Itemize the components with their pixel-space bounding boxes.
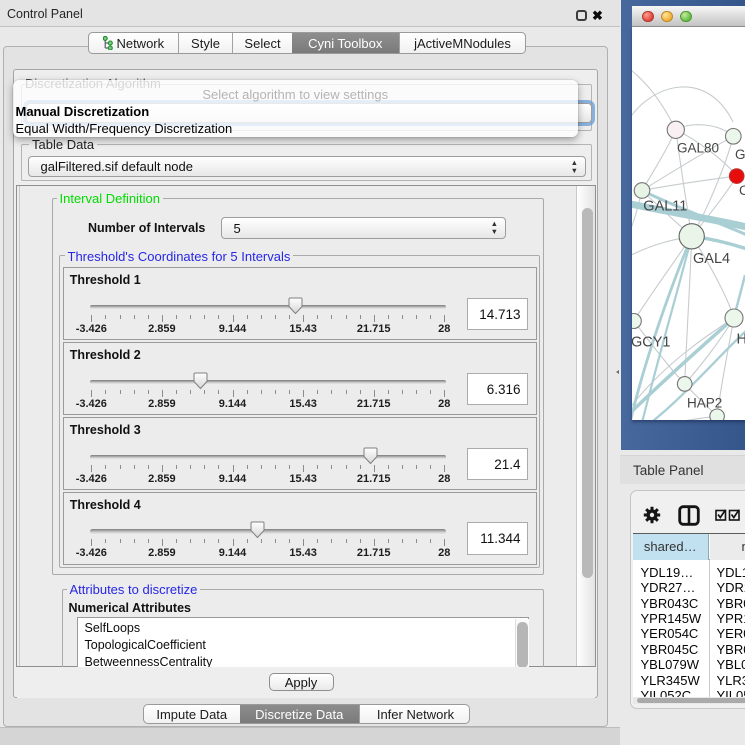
svg-text:GAL80: GAL80 [677,141,719,156]
svg-text:GAL11: GAL11 [643,199,687,215]
svg-text:GAL4: GAL4 [693,251,730,267]
svg-text:C: C [739,183,745,198]
svg-text:GCY1: GCY1 [632,335,671,351]
svg-text:HAP2: HAP2 [687,396,722,411]
svg-text:GA: GA [735,147,745,162]
svg-text:HI: HI [736,332,745,348]
